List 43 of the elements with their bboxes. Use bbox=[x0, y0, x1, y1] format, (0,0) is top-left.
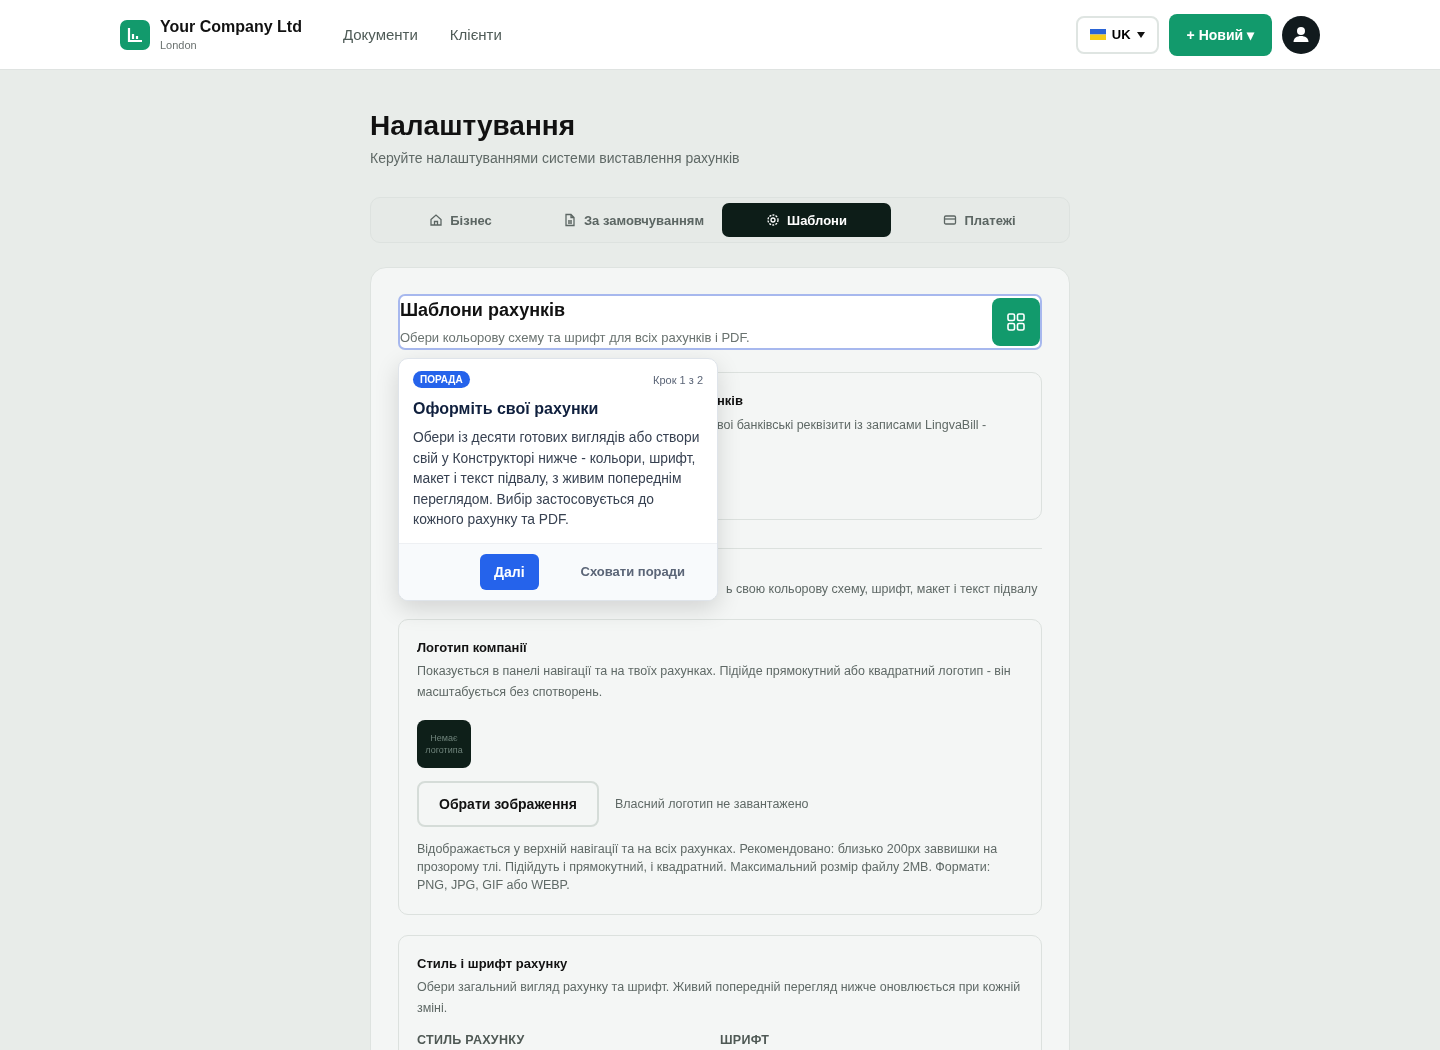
tip-text: Обери із десяти готових виглядів або створи свій у Конструкторі нижче - кольори, шрифт, макет і текст підвалу, з живим попереднім переглядом. Вибір застосовується до кожного рахунку та PDF. bbox=[413, 429, 701, 529]
card-title: Логотип компанії bbox=[417, 640, 528, 655]
tab[interactable]: Бізнес bbox=[376, 203, 545, 237]
tip-badge: ПОРАДА bbox=[413, 371, 470, 388]
nav-link[interactable]: Документи bbox=[342, 26, 418, 43]
row-text: ь свою кольорову схему, шрифт, макет і текст підвалу bbox=[726, 582, 1038, 596]
company-city: London bbox=[160, 39, 198, 51]
logo-hint: Відображається у верхній навігації та на всіх рахунках. Рекомендовано: близько 200px заввишки на прозорому тлі. Підійдуть і прямокутний, і квадратний. Максимальний розмір файлу 2MB. Формати: PNG, JPG, GIF або WEBP. bbox=[417, 841, 999, 894]
hide-tips-button[interactable]: Сховати поради bbox=[574, 563, 691, 580]
tab[interactable]: Шаблони bbox=[722, 203, 891, 237]
tab[interactable]: За замовчуванням bbox=[549, 203, 718, 237]
card-title: Стиль і шрифт рахунку bbox=[417, 956, 569, 971]
flag-icon bbox=[1089, 29, 1106, 40]
grid-button[interactable] bbox=[992, 298, 1040, 346]
document-icon bbox=[562, 213, 577, 227]
field-label: ШРИФТ bbox=[720, 1033, 771, 1047]
nav-link[interactable]: Клієнти bbox=[449, 26, 502, 43]
field-label: СТИЛЬ РАХУНКУ bbox=[417, 1033, 526, 1047]
choose-image-button[interactable]: Обрати зображення bbox=[417, 781, 599, 827]
upload-status: Власний логотип не завантажено bbox=[615, 797, 809, 811]
step-counter: Крок 1 з 2 bbox=[653, 373, 703, 386]
tip-title: Оформіть свої рахунки bbox=[413, 400, 599, 418]
no-logo-text: Немає логотипа bbox=[424, 732, 464, 756]
settings-icon bbox=[766, 213, 781, 227]
card-title: нків bbox=[717, 393, 743, 408]
chart-logo-icon bbox=[120, 19, 150, 50]
card-icon bbox=[943, 213, 958, 227]
home-icon bbox=[429, 213, 444, 227]
next-button[interactable]: Далі bbox=[480, 553, 539, 590]
caret-icon bbox=[1136, 31, 1145, 38]
tab[interactable]: Платежі bbox=[895, 203, 1064, 237]
grid-icon bbox=[1007, 313, 1025, 331]
section-subtitle: Обери кольорову схему та шрифт для всіх рахунків і PDF. bbox=[400, 330, 751, 347]
company-name: Your Company Ltd bbox=[160, 18, 302, 36]
new-button[interactable]: + Новий ▾ bbox=[1168, 13, 1272, 56]
page-title: Налаштування bbox=[370, 110, 577, 142]
language-button[interactable]: UK bbox=[1075, 15, 1159, 54]
card-text: Обери загальний вигляд рахунку та шрифт. Живий попередній перегляд нижче оновлюється при кожній зміні. bbox=[417, 979, 1022, 1017]
section-title: Шаблони рахунків bbox=[400, 299, 567, 321]
card-text: Показується в панелі навігації та на твоїх рахунках. Підійде прямокутний або квадратний логотип - він масштабується без спотворень. bbox=[417, 663, 1012, 701]
user-avatar-icon[interactable] bbox=[1282, 15, 1320, 54]
card-text: воі банківські реквізити із записами LingvaBill - bbox=[717, 418, 987, 432]
page-subtitle: Керуйте налаштуваннями системи виставлення рахунків bbox=[370, 150, 741, 166]
